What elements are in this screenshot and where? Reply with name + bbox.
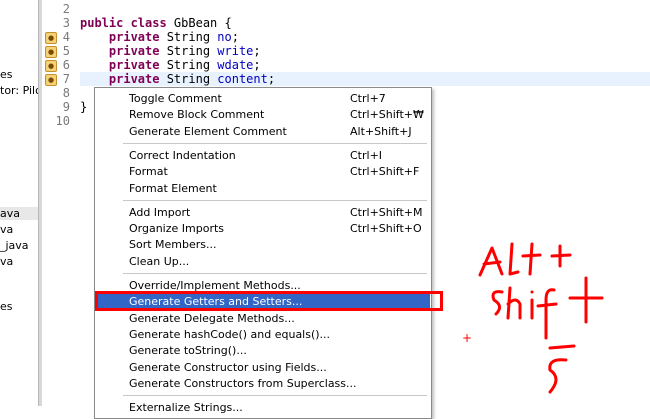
line-number: 8 <box>62 86 70 100</box>
code-line-field: private String write; <box>80 44 261 58</box>
menu-item-label: Format <box>129 165 168 179</box>
field-type: String <box>159 72 218 86</box>
menu-item-label: Generate Constructor using Fields... <box>129 360 327 374</box>
stroke-letter-h <box>506 286 522 320</box>
menu-separator <box>123 273 427 274</box>
code-line-field: private String wdate; <box>80 58 261 72</box>
menu-item[interactable]: Format Element <box>96 181 430 197</box>
stroke-letter-t <box>521 242 542 276</box>
context-menu-source: Toggle Comment Ctrl+7 Remove Block Comment… <box>94 87 432 419</box>
stroke-letter-l <box>508 242 520 276</box>
plus-mark: + <box>462 331 472 345</box>
stroke-letter-s2 <box>548 358 568 394</box>
class-name: GbBean { <box>166 16 232 30</box>
line-number: 10 <box>55 114 70 128</box>
field-name: wdate <box>217 58 254 72</box>
menu-item-label: Generate Delegate Methods... <box>129 311 295 325</box>
field-name: no <box>217 30 232 44</box>
menu-item-label: Remove Block Comment <box>129 108 265 122</box>
field-type: String <box>159 58 218 72</box>
menu-item[interactable]: Generate hashCode() and equals()... <box>96 327 430 343</box>
menu-item-label: Organize Imports <box>129 222 225 236</box>
field-name: write <box>217 44 254 58</box>
explorer-item[interactable]: va <box>0 255 13 268</box>
menu-item-label: Externalize Strings... <box>129 401 243 415</box>
package-explorer-panel: es tor: Pilo ava va _java va es <box>0 0 38 406</box>
editor-gutter: 2 3 4 ● 5 ● 6 ● 7 ● 8 9 10 <box>42 0 76 406</box>
field-type: String <box>159 44 218 58</box>
keyword: private <box>108 30 160 44</box>
menu-item[interactable]: Sort Members... <box>96 237 430 253</box>
explorer-item-selected[interactable]: ava <box>0 207 38 220</box>
menu-item-label: Generate hashCode() and equals()... <box>129 327 331 341</box>
handwritten-annotation: + <box>462 242 604 394</box>
warning-marker-icon[interactable]: ● <box>45 46 57 58</box>
menu-item[interactable]: Correct Indentation Ctrl+I <box>96 148 430 164</box>
menu-item-shortcut: Ctrl+Shift+₩ <box>350 108 424 122</box>
menu-item-shortcut: Ctrl+7 <box>350 92 386 105</box>
stroke-letter-a <box>478 246 504 277</box>
menu-item-label: Add Import <box>129 205 191 219</box>
stroke-plus2 <box>548 344 576 350</box>
menu-item[interactable]: Add Import Ctrl+Shift+M <box>96 205 430 221</box>
menu-item-shortcut: Ctrl+I <box>350 148 383 162</box>
line-number: 2 <box>62 2 70 16</box>
menu-item-label: Format Element <box>129 181 217 195</box>
menu-item-label: Correct Indentation <box>129 148 236 162</box>
line-number: 9 <box>62 100 70 114</box>
warning-marker-icon[interactable]: ● <box>45 74 57 86</box>
highlight-box <box>95 291 443 311</box>
field-name: content <box>217 72 268 86</box>
stroke-letter-f <box>536 288 558 340</box>
semicolon: ; <box>253 58 261 72</box>
menu-item-shortcut: Ctrl+Shift+F <box>350 165 420 179</box>
menu-item-shortcut: Alt+Shift+J <box>350 124 412 138</box>
menu-item-shortcut: Ctrl+Shift+M <box>350 205 423 219</box>
warning-marker-icon[interactable]: ● <box>45 32 57 44</box>
menu-item-label: Toggle Comment <box>129 92 222 105</box>
menu-item[interactable]: Format Ctrl+Shift+F <box>96 164 430 180</box>
menu-item[interactable]: Generate Delegate Methods... <box>96 311 430 327</box>
keyword: private <box>108 44 160 58</box>
menu-item[interactable]: Generate toString()... <box>96 343 430 359</box>
code-line-close-brace: } <box>80 100 88 114</box>
menu-separator <box>123 199 427 201</box>
menu-item[interactable]: Clean Up... <box>96 254 430 270</box>
explorer-item[interactable]: va <box>0 223 13 236</box>
menu-item-label: Clean Up... <box>129 254 190 268</box>
menu-item-label: Sort Members... <box>129 238 217 252</box>
menu-item-label: Generate Constructors from Superclass... <box>129 376 357 390</box>
code-line-class-decl: public class GbBean { <box>80 16 232 30</box>
explorer-item[interactable]: es <box>0 300 13 313</box>
keyword: public class <box>80 16 167 30</box>
semicolon: ; <box>267 72 276 86</box>
menu-item[interactable]: Toggle Comment Ctrl+7 <box>96 91 430 107</box>
menu-item[interactable]: Organize Imports Ctrl+Shift+O <box>96 221 430 237</box>
menu-item[interactable]: Externalize Strings... <box>96 400 430 416</box>
field-type: String <box>159 30 218 44</box>
line-number: 3 <box>62 16 70 30</box>
menu-item-label: Generate toString()... <box>129 344 247 358</box>
semicolon: ; <box>231 30 239 44</box>
keyword: private <box>108 72 160 86</box>
warning-marker-icon[interactable]: ● <box>45 60 57 72</box>
menu-item[interactable]: Generate Element Comment Alt+Shift+J <box>96 124 430 140</box>
keyword: private <box>108 58 160 72</box>
menu-separator <box>123 395 427 397</box>
code-line-field: private String no; <box>80 30 239 44</box>
menu-item-label: Generate Element Comment <box>129 124 287 138</box>
stroke-letter-t2 <box>568 276 604 324</box>
menu-separator <box>123 142 427 144</box>
menu-item[interactable]: Generate Constructors from Superclass... <box>96 376 430 392</box>
explorer-item[interactable]: tor: Pilo <box>0 84 38 97</box>
semicolon: ; <box>253 44 261 58</box>
stroke-letter-s <box>491 290 504 316</box>
menu-item[interactable]: Remove Block Comment Ctrl+Shift+₩ <box>96 107 430 123</box>
menu-item[interactable]: Generate Constructor using Fields... <box>96 360 430 376</box>
explorer-item[interactable]: _java <box>0 239 29 252</box>
menu-item-shortcut: Ctrl+Shift+O <box>350 222 422 236</box>
stroke-plus <box>550 244 572 268</box>
code-line-field-current: private String content; <box>80 72 650 86</box>
explorer-item[interactable]: es <box>0 68 13 81</box>
